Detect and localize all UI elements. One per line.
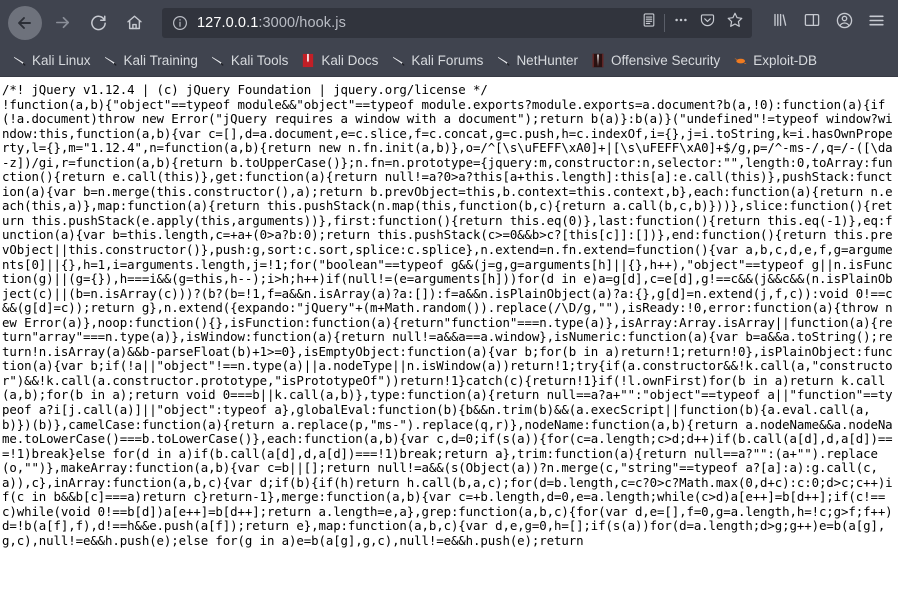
library-icon	[771, 11, 789, 34]
bookmark-kali-forums[interactable]: Kali Forums	[385, 49, 490, 73]
kali-docs-book-icon	[300, 53, 316, 69]
reader-view-button[interactable]	[635, 9, 662, 36]
save-to-pocket-button[interactable]	[694, 9, 721, 36]
bookmark-kali-training[interactable]: Kali Training	[98, 49, 205, 73]
kali-dragon-icon	[495, 53, 511, 69]
url-text[interactable]: 127.0.0.1:3000/hook.js	[197, 15, 635, 31]
address-bar-container: 127.0.0.1:3000/hook.js	[162, 7, 752, 38]
forward-button[interactable]	[46, 7, 78, 39]
javascript-source-code: /*! jQuery v1.12.4 | (c) jQuery Foundati…	[2, 82, 893, 548]
forward-arrow-icon	[53, 13, 72, 32]
kali-dragon-icon	[210, 53, 226, 69]
sidebar-button[interactable]	[797, 8, 827, 38]
navigation-toolbar: 127.0.0.1:3000/hook.js	[0, 0, 898, 45]
bookmark-exploit-db[interactable]: Exploit-DB	[727, 49, 824, 73]
kali-dragon-icon	[11, 53, 27, 69]
hamburger-menu-icon	[867, 11, 886, 35]
menu-button[interactable]	[861, 8, 891, 38]
library-button[interactable]	[765, 8, 795, 38]
bookmark-offensive-security[interactable]: Offensive Security	[585, 49, 727, 73]
exploit-db-icon	[732, 53, 748, 69]
address-bar-actions	[635, 9, 748, 36]
bookmark-label: Kali Forums	[411, 53, 484, 68]
account-circle-icon	[835, 11, 854, 35]
bookmark-kali-tools[interactable]: Kali Tools	[205, 49, 296, 73]
ellipsis-icon	[673, 12, 689, 33]
address-bar-divider	[664, 13, 665, 32]
pocket-icon	[699, 12, 716, 34]
toolbar-right-actions	[760, 8, 892, 38]
reader-view-icon	[641, 12, 657, 33]
reload-button[interactable]	[82, 7, 114, 39]
bookmark-label: NetHunter	[516, 53, 578, 68]
bookmark-kali-linux[interactable]: Kali Linux	[6, 49, 98, 73]
account-button[interactable]	[829, 8, 859, 38]
offensive-security-icon	[590, 53, 606, 69]
home-icon	[125, 13, 144, 32]
bookmark-label: Kali Docs	[321, 53, 379, 68]
bookmark-button[interactable]	[721, 9, 748, 36]
bookmark-label: Exploit-DB	[753, 53, 818, 68]
back-arrow-icon	[15, 13, 35, 33]
bookmark-label: Kali Training	[123, 53, 198, 68]
reload-icon	[89, 13, 108, 32]
kali-dragon-icon	[103, 53, 119, 69]
bookmark-kali-docs[interactable]: Kali Docs	[295, 49, 385, 73]
browser-window: 127.0.0.1:3000/hook.js Kali Linux Kali T…	[0, 0, 898, 595]
bookmark-nethunter[interactable]: NetHunter	[490, 49, 585, 73]
bookmark-label: Kali Linux	[32, 53, 91, 68]
url-host: 127.0.0.1	[197, 14, 259, 31]
info-circle-icon[interactable]	[172, 15, 188, 31]
bookmark-label: Kali Tools	[230, 53, 289, 68]
page-content[interactable]: /*! jQuery v1.12.4 | (c) jQuery Foundati…	[0, 77, 898, 595]
sidebar-icon	[803, 11, 821, 34]
bookmark-label: Offensive Security	[610, 53, 721, 68]
kali-dragon-icon	[390, 53, 406, 69]
back-button[interactable]	[8, 5, 42, 40]
star-icon	[726, 11, 744, 34]
bookmarks-toolbar: Kali Linux Kali Training Kali Tools Kali…	[0, 45, 898, 77]
url-path: :3000/hook.js	[258, 14, 346, 31]
home-button[interactable]	[118, 7, 150, 39]
page-actions-button[interactable]	[667, 9, 694, 36]
address-bar[interactable]: 127.0.0.1:3000/hook.js	[162, 7, 752, 38]
